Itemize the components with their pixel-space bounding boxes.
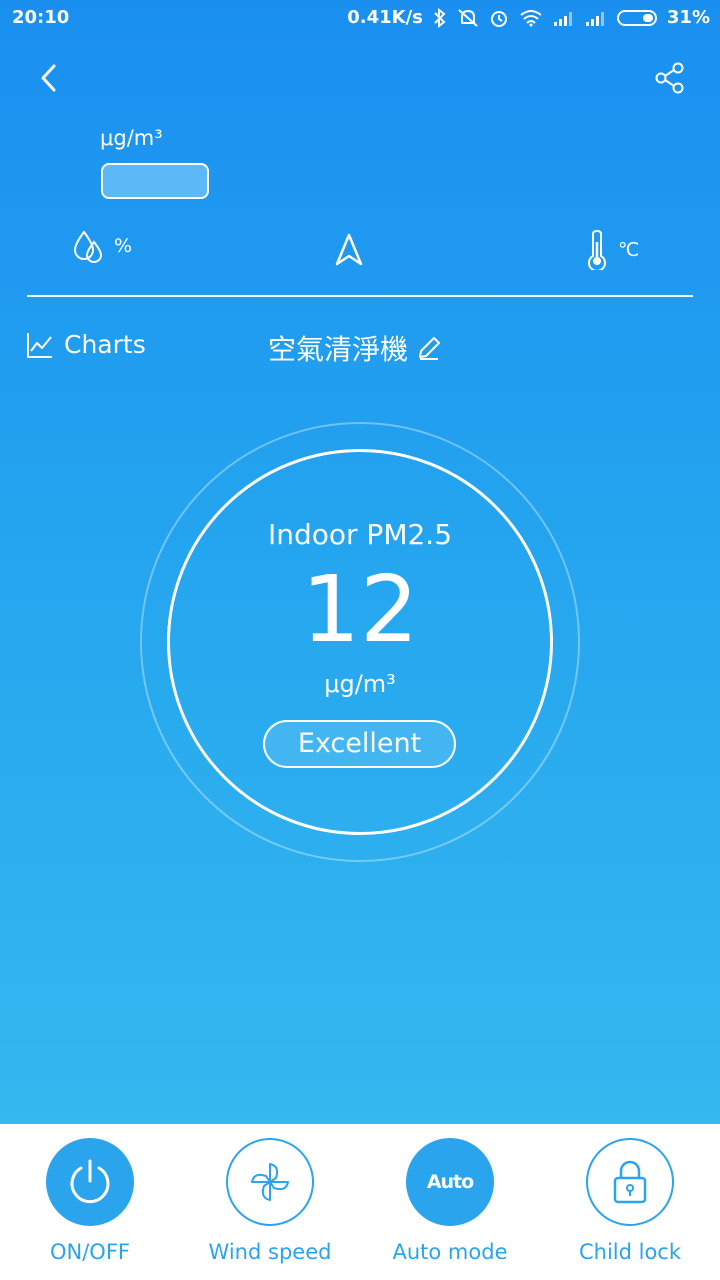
status-bar: 20:10 0.41K/s 31%	[0, 0, 720, 36]
environment-row: % ℃	[0, 228, 720, 278]
signal-icon-2	[585, 11, 604, 26]
wind-speed-label: Wind speed	[208, 1240, 332, 1264]
auto-mode-label: Auto mode	[392, 1240, 508, 1264]
child-lock-control[interactable]: Child lock	[540, 1138, 720, 1264]
back-button[interactable]	[34, 60, 66, 96]
device-name-editor[interactable]: 空氣清淨機	[268, 328, 442, 368]
wifi-icon	[520, 9, 542, 26]
auto-mode-control[interactable]: Auto Auto mode	[360, 1138, 540, 1264]
humidity-unit: %	[114, 235, 133, 257]
share-icon	[655, 62, 684, 94]
chart-icon	[27, 332, 52, 358]
alarm-icon	[490, 10, 507, 27]
power-control[interactable]: ON/OFF	[0, 1138, 180, 1264]
outdoor-value-box	[101, 163, 209, 199]
wind-speed-control[interactable]: Wind speed	[180, 1138, 360, 1264]
thermometer-icon	[588, 230, 606, 270]
power-label: ON/OFF	[49, 1240, 130, 1264]
power-button[interactable]	[46, 1138, 134, 1226]
fan-icon	[251, 1163, 289, 1201]
pm-unit: μg/m³	[324, 670, 396, 698]
charts-button[interactable]: Charts	[26, 330, 146, 359]
temperature-unit: ℃	[618, 239, 640, 261]
signal-icon	[553, 11, 572, 26]
air-quality-badge: Excellent	[263, 720, 456, 768]
status-time: 20:10	[12, 7, 70, 28]
status-icons: 0.41K/s 31%	[347, 7, 710, 28]
child-lock-label: Child lock	[578, 1240, 682, 1264]
net-speed: 0.41K/s	[347, 7, 423, 28]
humidity-reading: %	[72, 228, 132, 264]
pm-value: 12	[301, 556, 419, 663]
chevron-left-icon	[41, 64, 56, 92]
battery-percent: 31%	[666, 7, 710, 28]
power-icon	[70, 1159, 110, 1204]
charts-label: Charts	[64, 330, 146, 359]
device-name: 空氣清淨機	[268, 333, 409, 366]
control-bar: ON/OFF Wind speed Auto Auto mode Child l…	[0, 1124, 720, 1280]
bluetooth-icon	[434, 7, 446, 28]
pm-label: Indoor PM2.5	[267, 518, 453, 551]
outdoor-unit: μg/m³	[100, 126, 163, 150]
wind-direction	[334, 232, 364, 272]
auto-icon: Auto	[426, 1171, 474, 1193]
mute-icon	[458, 8, 478, 27]
temperature-reading: ℃	[586, 230, 639, 270]
humidity-icon	[73, 230, 103, 263]
divider	[27, 295, 693, 297]
screen: 20:10 0.41K/s 31% μg/m³ % ℃ Charts 空氣清淨機…	[0, 0, 720, 1280]
child-lock-button[interactable]	[586, 1138, 674, 1226]
auto-mode-button[interactable]: Auto	[406, 1138, 494, 1226]
wind-speed-button[interactable]	[226, 1138, 314, 1226]
navigation-arrow-icon	[335, 233, 363, 266]
battery-icon	[616, 9, 657, 26]
edit-pencil-icon	[419, 337, 441, 360]
share-button[interactable]	[652, 60, 688, 96]
lock-icon	[613, 1160, 647, 1204]
